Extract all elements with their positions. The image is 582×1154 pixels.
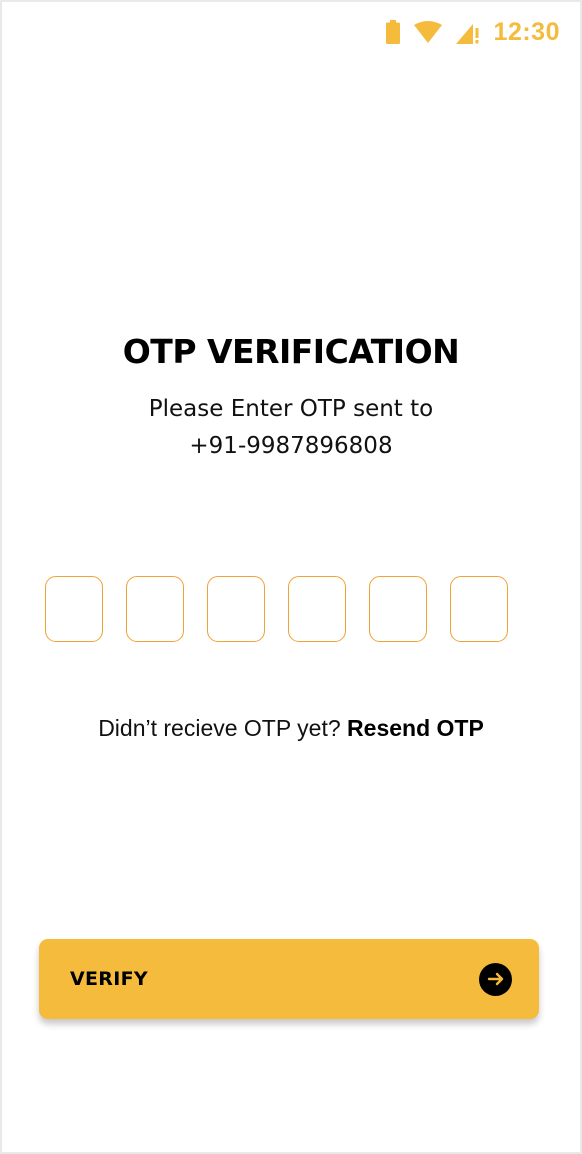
- wifi-icon: [413, 21, 442, 43]
- page-title: OTP VERIFICATION: [122, 332, 460, 371]
- otp-digit-1[interactable]: [45, 576, 103, 642]
- status-bar: 12:30: [385, 14, 560, 50]
- arrow-right-circle-icon: [479, 962, 512, 996]
- otp-digit-6[interactable]: [450, 576, 508, 642]
- otp-verification-screen: 12:30 OTP VERIFICATION Please Enter OTP …: [2, 2, 580, 1152]
- resend-otp-link[interactable]: Resend OTP: [347, 715, 484, 741]
- verify-button-label: VERIFY: [70, 968, 148, 990]
- otp-digit-4[interactable]: [288, 576, 346, 642]
- verify-button[interactable]: VERIFY: [39, 939, 539, 1019]
- instruction-text: Please Enter OTP sent to: [148, 396, 434, 422]
- resend-prompt: Didn’t recieve OTP yet?: [98, 715, 341, 741]
- resend-row: Didn’t recieve OTP yet? Resend OTP: [2, 715, 580, 742]
- cell-signal-icon: [455, 20, 480, 44]
- status-time: 12:30: [493, 17, 560, 46]
- phone-number: +91-9987896808: [189, 433, 393, 459]
- otp-digit-5[interactable]: [369, 576, 427, 642]
- battery-icon: [385, 20, 400, 44]
- otp-input-group: [45, 576, 508, 642]
- otp-digit-3[interactable]: [207, 576, 265, 642]
- otp-digit-2[interactable]: [126, 576, 184, 642]
